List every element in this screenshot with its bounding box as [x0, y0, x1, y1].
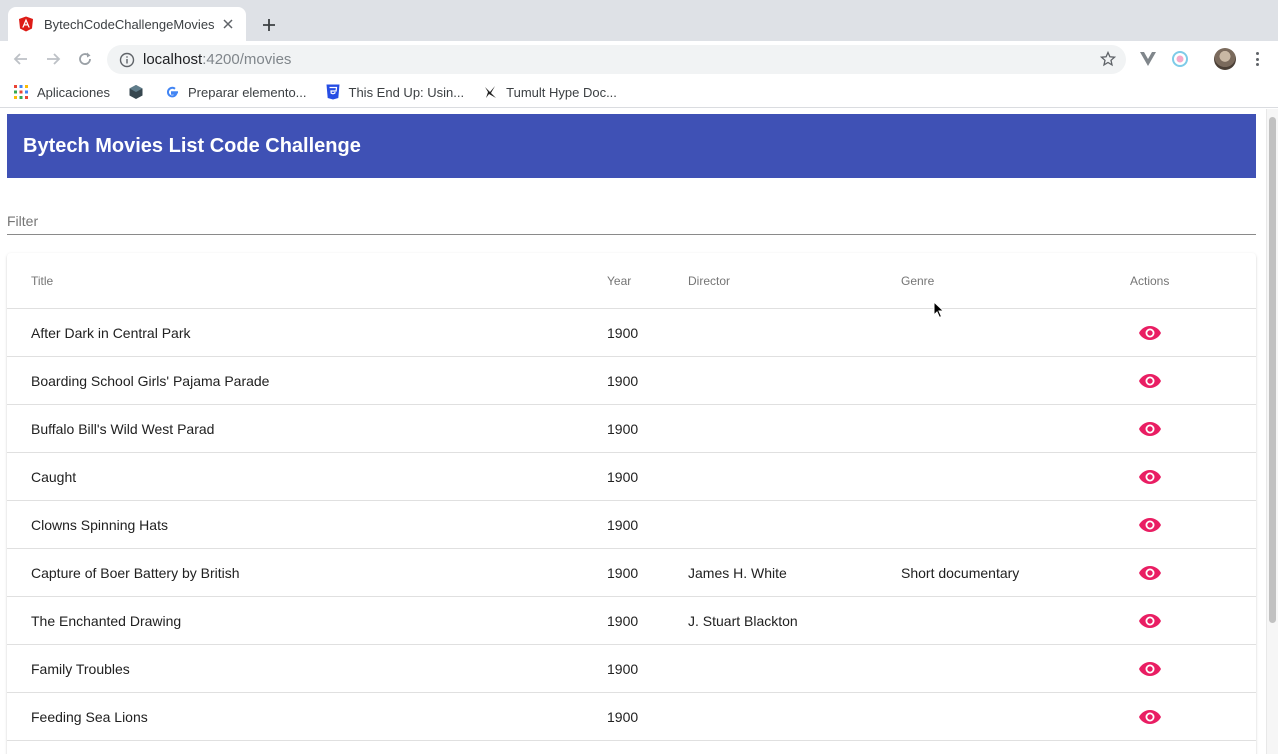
browser-tab[interactable]: BytechCodeChallengeMovies — [8, 7, 246, 41]
column-header-director[interactable]: Director — [688, 274, 730, 288]
cell-title: Feeding Sea Lions — [31, 708, 148, 725]
view-eye-icon[interactable] — [1137, 704, 1163, 730]
site-info-icon[interactable] — [119, 52, 135, 68]
cell-title: After Dark in Central Park — [31, 324, 191, 341]
cell-year: 1900 — [607, 708, 639, 725]
table-row[interactable]: Clowns Spinning Hats 1900 — [7, 501, 1256, 549]
bookmark-label: Preparar elemento... — [188, 84, 307, 100]
view-eye-icon[interactable] — [1137, 368, 1163, 394]
cell-title: Family Troubles — [31, 660, 130, 677]
cube-icon — [128, 84, 144, 100]
page-title: Bytech Movies List Code Challenge — [23, 134, 361, 157]
vue-extension-icon[interactable] — [1139, 50, 1157, 68]
cell-title: Buffalo Bill's Wild West Parad — [31, 420, 215, 437]
forward-arrow-icon[interactable] — [43, 49, 63, 69]
view-eye-icon[interactable] — [1137, 320, 1163, 346]
back-arrow-icon[interactable] — [11, 49, 31, 69]
table-row[interactable]: Capture of Boer Battery by British 1900 Ja… — [7, 549, 1256, 597]
address-bar[interactable]: localhost:4200/movies — [107, 45, 1126, 74]
bookmark-star-icon[interactable] — [1100, 51, 1116, 67]
new-tab-icon[interactable] — [257, 13, 281, 37]
apps-grid-icon — [13, 84, 29, 100]
scrollbar-thumb[interactable] — [1269, 117, 1276, 623]
cell-year: 1900 — [607, 516, 639, 533]
cell-year: 1900 — [607, 564, 639, 581]
table-header-row: Title Year Director Genre Actions — [7, 253, 1256, 309]
url-path: :4200/movies — [202, 51, 292, 68]
table-row[interactable]: Caught 1900 — [7, 453, 1256, 501]
profile-avatar[interactable] — [1214, 48, 1236, 70]
bookmark-this-end-up[interactable]: This End Up: Usin... — [325, 84, 465, 100]
bookmark-preparar[interactable]: Preparar elemento... — [164, 84, 307, 100]
browser-menu-icon[interactable] — [1250, 50, 1264, 68]
cell-title: Boarding School Girls' Pajama Parade — [31, 372, 270, 389]
bookmark-label: Aplicaciones — [37, 84, 110, 100]
view-eye-icon[interactable] — [1137, 560, 1163, 586]
hype-icon — [482, 84, 498, 100]
cell-title: The Enchanted Drawing — [31, 612, 182, 629]
column-header-year[interactable]: Year — [607, 274, 631, 288]
mouse-cursor-icon — [933, 301, 945, 319]
table-row[interactable]: Family Troubles 1900 — [7, 645, 1256, 693]
cell-title: Clowns Spinning Hats — [31, 516, 168, 533]
cell-title: Caught — [31, 468, 77, 485]
css3-icon — [325, 84, 341, 100]
cell-year: 1900 — [607, 420, 639, 437]
view-eye-icon[interactable] — [1137, 656, 1163, 682]
bookmark-label: This End Up: Usin... — [348, 84, 465, 100]
table-row[interactable]: Feeding Sea Lions 1900 — [7, 693, 1256, 741]
table-row[interactable]: After Dark in Central Park 1900 — [7, 309, 1256, 357]
cell-year: 1900 — [607, 324, 639, 341]
google-icon — [164, 84, 180, 100]
bookmark-tumult-hype[interactable]: Tumult Hype Doc... — [482, 84, 617, 100]
app-toolbar: Bytech Movies List Code Challenge — [7, 114, 1256, 178]
view-eye-icon[interactable] — [1137, 416, 1163, 442]
bookmark-label: Tumult Hype Doc... — [506, 84, 617, 100]
column-header-actions: Actions — [1130, 273, 1170, 288]
table-row[interactable]: Buffalo Bill's Wild West Parad 1900 — [7, 405, 1256, 453]
view-eye-icon[interactable] — [1137, 464, 1163, 490]
url-text: localhost:4200/movies — [143, 51, 291, 68]
angular-logo-icon — [18, 16, 34, 32]
bookmarks-bar: Aplicaciones Preparar elemento... This E… — [0, 77, 1278, 108]
table-row[interactable]: Boarding School Girls' Pajama Parade 1900 — [7, 357, 1256, 405]
tab-title: BytechCodeChallengeMovies — [44, 16, 215, 32]
cell-year: 1900 — [607, 372, 639, 389]
cell-year: 1900 — [607, 612, 639, 629]
column-header-genre[interactable]: Genre — [901, 274, 934, 288]
filter-field[interactable] — [7, 209, 1256, 235]
reload-icon[interactable] — [75, 49, 95, 69]
cell-director: J. Stuart Blackton — [688, 612, 798, 629]
column-header-title[interactable]: Title — [31, 274, 53, 288]
cell-year: 1900 — [607, 468, 639, 485]
browser-tabstrip: BytechCodeChallengeMovies — [0, 0, 1278, 41]
browser-toolbar: localhost:4200/movies — [0, 41, 1278, 77]
url-host: localhost — [143, 51, 203, 68]
bookmark-apps[interactable]: Aplicaciones — [13, 84, 110, 100]
page-scrollbar[interactable] — [1266, 109, 1278, 754]
cell-title: Capture of Boer Battery by British — [31, 564, 240, 581]
cell-year: 1900 — [607, 660, 639, 677]
bookmark-cube[interactable] — [128, 84, 152, 100]
filter-input[interactable] — [7, 209, 1256, 233]
table-row[interactable]: The Enchanted Drawing 1900 J. Stuart Black… — [7, 597, 1256, 645]
page-content: Bytech Movies List Code Challenge Title … — [0, 109, 1266, 754]
close-tab-icon[interactable] — [220, 16, 236, 32]
view-eye-icon[interactable] — [1137, 512, 1163, 538]
movies-table: Title Year Director Genre Actions After … — [7, 253, 1256, 754]
cell-director: James H. White — [688, 564, 787, 581]
view-eye-icon[interactable] — [1137, 608, 1163, 634]
table-body: After Dark in Central Park 1900 Boarding S… — [7, 309, 1256, 741]
cell-genre: Short documentary — [901, 564, 1020, 581]
extension-color-icon[interactable] — [1171, 50, 1189, 68]
